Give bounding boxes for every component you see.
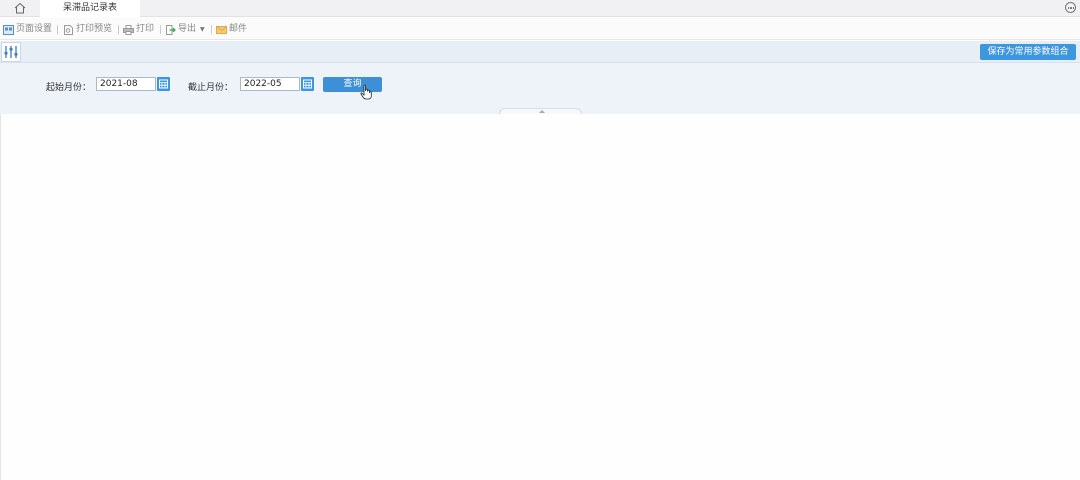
print-button[interactable]: 打印 <box>123 23 154 36</box>
page-setup-icon <box>3 24 14 35</box>
page-setup-button[interactable]: 页面设置 <box>3 23 52 36</box>
calendar-icon[interactable] <box>157 77 170 91</box>
end-month-label: 截止月份： <box>188 83 234 93</box>
print-preview-label: 打印预览 <box>76 24 113 34</box>
page-setup-label: 页面设置 <box>16 24 53 34</box>
sliders-icon[interactable] <box>1 42 21 62</box>
tab-stagnant-goods-report[interactable]: 呆滞品记录表 <box>40 0 140 17</box>
save-preset-button[interactable]: 保存为常用参数组合 <box>980 44 1076 60</box>
export-button[interactable]: 导出 ▼ <box>165 23 205 36</box>
toolbar-divider <box>57 25 58 34</box>
hand-cursor-icon <box>360 84 372 100</box>
query-button[interactable]: 查询 <box>323 77 382 92</box>
print-preview-icon <box>63 24 74 35</box>
more-icon[interactable] <box>1065 2 1076 13</box>
filter-header: 保存为常用参数组合 <box>0 41 1080 63</box>
printer-icon <box>123 24 134 35</box>
export-icon <box>165 24 176 35</box>
end-month-input[interactable]: 2022-05 <box>240 77 300 91</box>
toolbar: 页面设置 打印预览 打印 导出 ▼ 邮件 <box>0 18 1080 40</box>
chevron-down-icon[interactable]: ▼ <box>200 23 205 36</box>
start-month-label: 起始月份： <box>46 83 92 93</box>
calendar-icon[interactable] <box>301 77 314 91</box>
toolbar-divider <box>160 25 161 34</box>
export-label: 导出 <box>178 24 197 34</box>
tab-bar: 呆滞品记录表 <box>0 0 1080 17</box>
home-icon[interactable] <box>13 2 27 14</box>
toolbar-divider <box>118 25 119 34</box>
query-panel: 起始月份： 2021-08 截止月份： 2022-05 查询 <box>0 63 1080 114</box>
mail-label: 邮件 <box>229 24 248 34</box>
report-content-area <box>0 114 1080 480</box>
print-preview-button[interactable]: 打印预览 <box>63 23 112 36</box>
print-label: 打印 <box>136 24 155 34</box>
start-month-input[interactable]: 2021-08 <box>96 77 156 91</box>
envelope-icon <box>216 25 227 35</box>
toolbar-divider <box>211 25 212 34</box>
mail-button[interactable]: 邮件 <box>216 23 247 36</box>
